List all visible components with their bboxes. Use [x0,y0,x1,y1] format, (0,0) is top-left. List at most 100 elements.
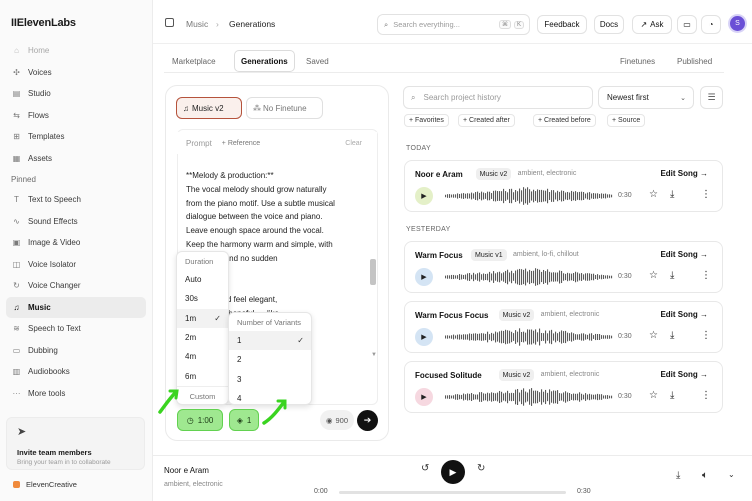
history-search-input[interactable]: ⌕ Search project history [403,86,593,109]
waveform[interactable] [445,267,613,287]
variants-option[interactable]: 4 [229,389,311,408]
song-title[interactable]: Focused Solitude [415,371,482,380]
toggle-sidebar-icon[interactable] [165,18,174,27]
sidebar-item-studio[interactable]: ▤ Studio [6,83,146,105]
prompt-scrollbar[interactable] [370,259,376,285]
song-title[interactable]: Warm Focus Focus [415,311,489,320]
favorite-icon[interactable]: ☆ [649,390,658,401]
waveform[interactable] [445,186,613,206]
edit-song-button[interactable]: Edit Song → [660,310,708,319]
sidebar-item-voice-isolator[interactable]: ◫ Voice Isolator [6,254,146,276]
sidebar-item-home[interactable]: ⌂ Home [6,40,146,62]
sidebar-item-label: Text to Speech [28,195,81,205]
sidebar-item-sound-effects[interactable]: ∿ Sound Effects [6,211,146,233]
variants-button[interactable]: ◈ 1 [229,409,259,431]
sidebar-item-audiobooks[interactable]: ▥ Audiobooks [6,361,146,383]
waveform-bar [547,269,549,285]
tab-saved[interactable]: Saved [306,50,329,72]
notifications-icon[interactable]: ◔ [701,15,721,34]
elevenlabs-logo[interactable]: IIElevenLabs [11,17,76,29]
tab-marketplace[interactable]: Marketplace [172,50,216,72]
favorite-icon[interactable]: ☆ [649,189,658,200]
docs-button[interactable]: Docs [594,15,624,34]
waveform-bar [565,192,567,200]
duration-option[interactable]: Auto [177,270,228,289]
tab-finetunes[interactable]: Finetunes [620,50,655,72]
duration-option[interactable]: 4m [177,347,228,366]
library-icon[interactable]: ▭ [677,15,697,34]
play-button[interactable]: ▶ [415,187,433,205]
avatar[interactable]: S [730,16,745,31]
waveform-bar [523,269,525,285]
song-title[interactable]: Noor e Aram [415,170,463,179]
player-progress-bar[interactable] [339,491,566,494]
download-icon[interactable]: ⤓ [670,270,674,281]
sidebar-item-more-tools[interactable]: ··· More tools [6,383,146,405]
model-selector[interactable]: ♫ Music v2 [176,97,242,119]
sidebar-item-flows[interactable]: ⇆ Flows [6,105,146,127]
favorite-icon[interactable]: ☆ [649,270,658,281]
scroll-down-icon[interactable]: ▼ [371,352,377,358]
sidebar-item-dubbing[interactable]: ▭ Dubbing [6,340,146,362]
workspace-switcher[interactable]: ElevenCreative [13,480,77,489]
duration-option[interactable]: 1m ✓ [177,308,228,328]
sidebar-item-voice-changer[interactable]: ↻ Voice Changer [6,275,146,297]
tab-published[interactable]: Published [677,50,712,72]
variants-option[interactable]: 2 [229,350,311,369]
song-title[interactable]: Warm Focus [415,251,463,260]
sidebar-item-assets[interactable]: ▦ Assets [6,148,146,170]
sidebar-item-image-video[interactable]: ▣ Image & Video [6,232,146,254]
duration-option[interactable]: 2m [177,328,228,347]
filter-favorites[interactable]: + Favorites [404,114,449,127]
edit-song-button[interactable]: Edit Song → [660,169,708,178]
download-icon[interactable]: ⤓ [670,189,674,200]
download-icon[interactable]: ⤓ [670,330,674,341]
duration-option[interactable]: 30s [177,289,228,308]
filter-created-after[interactable]: + Created after [458,114,515,127]
play-button[interactable]: ▶ [415,268,433,286]
favorite-icon[interactable]: ☆ [649,330,658,341]
variants-option[interactable]: 1 ✓ [229,331,311,351]
rewind-icon[interactable]: ↺ [421,463,429,474]
sidebar-item-speech-to-text[interactable]: ≋ Speech to Text [6,318,146,340]
clear-button[interactable]: Clear [345,140,362,147]
play-button[interactable]: ▶ [415,388,433,406]
reference-button[interactable]: + Reference [222,140,260,147]
variants-option[interactable]: 3 [229,370,311,389]
download-icon[interactable]: ⤓ [676,470,680,481]
duration-button[interactable]: ◷ 1:00 [177,409,223,431]
sidebar-item-templates[interactable]: ⊞ Templates [6,126,146,148]
waveform-bar [581,273,583,281]
more-options-icon[interactable]: ⋮ [701,390,711,401]
play-button[interactable]: ▶ [415,328,433,346]
sidebar-item-music[interactable]: ♫ Music [6,296,146,318]
waveform[interactable] [445,327,613,347]
player-collapse-icon[interactable]: ⌄ [728,470,735,479]
download-icon[interactable]: ⤓ [670,390,674,401]
forward-icon[interactable]: ↻ [477,463,485,474]
player-play-button[interactable]: ▶ [441,460,465,484]
invite-team-card[interactable]: ➤ Invite team members Bring your team in… [6,417,145,470]
global-search-input[interactable]: ⌕ Search everything... ⌘ K [377,14,530,35]
more-options-icon[interactable]: ⋮ [701,189,711,200]
filter-source[interactable]: + Source [607,114,646,127]
finetune-selector[interactable]: ⁂ No Finetune [246,97,323,119]
sort-select[interactable]: Newest first ⌄ [598,86,694,109]
edit-song-button[interactable]: Edit Song → [660,370,708,379]
edit-song-button[interactable]: Edit Song → [660,250,708,259]
filter-created-before[interactable]: + Created before [533,114,596,127]
duration-custom-option[interactable]: Custom [177,385,228,406]
waveform[interactable] [445,387,613,407]
more-options-icon[interactable]: ⋮ [701,270,711,281]
volume-icon[interactable]: 🔈︎ [702,470,708,481]
generate-button[interactable]: ➔ [357,410,378,431]
sidebar-item-text-to-speech[interactable]: T Text to Speech [6,189,146,211]
feedback-button[interactable]: Feedback [537,15,587,34]
filter-settings-icon[interactable]: ☰ [700,86,723,109]
sidebar-item-voices[interactable]: ✣ Voices [6,62,146,84]
breadcrumb-music[interactable]: Music [186,19,208,29]
ask-button[interactable]: ↗ Ask [632,15,672,34]
duration-option[interactable]: 6m [177,366,228,385]
more-options-icon[interactable]: ⋮ [701,330,711,341]
tab-generations[interactable]: Generations [234,50,295,72]
